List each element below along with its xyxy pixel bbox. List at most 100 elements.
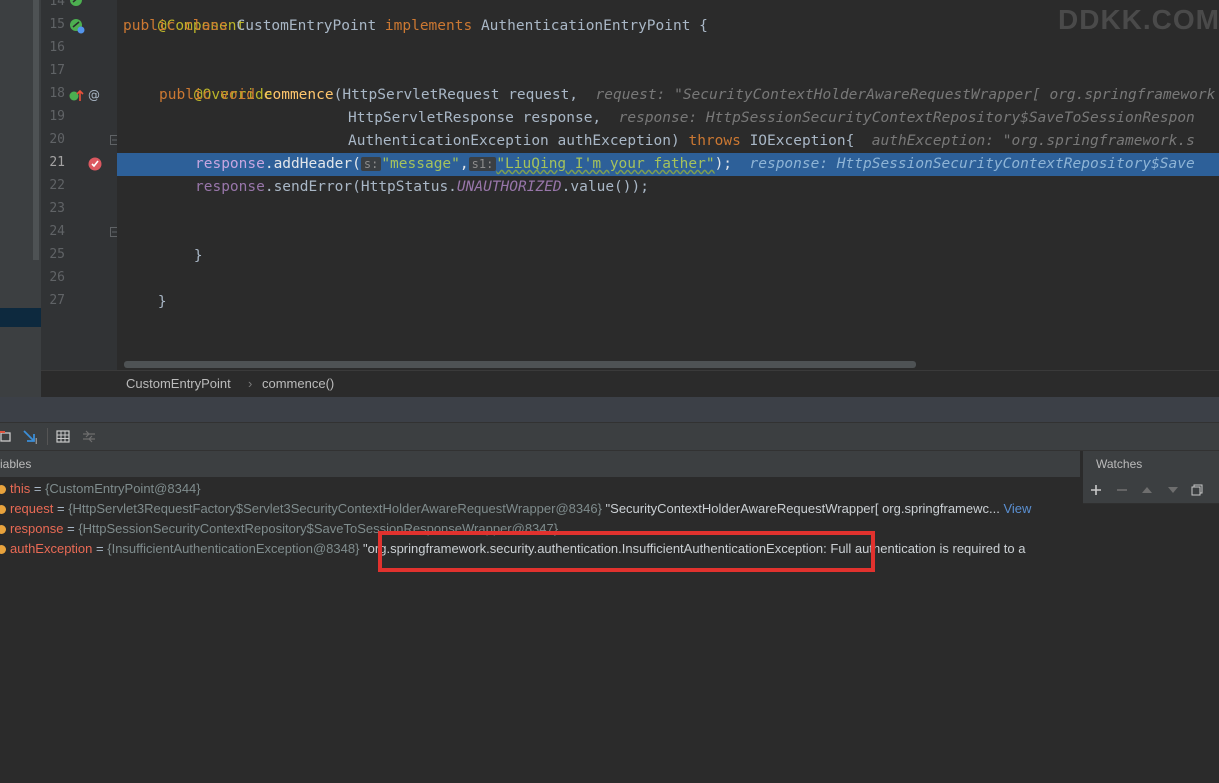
code-line-22: response.sendError(HttpStatus.UNAUTHORIZ…: [195, 176, 649, 199]
variable: response: [195, 156, 265, 172]
line-number: 19: [49, 109, 65, 124]
inline-debug-value: authException: "org.springframework.s: [871, 133, 1195, 149]
code-line-17: @Override: [159, 61, 273, 103]
line-number: 23: [49, 201, 65, 216]
inline-debug-value: request: "SecurityContextHolderAwareRequ…: [595, 87, 1216, 103]
view-link[interactable]: View: [1000, 501, 1031, 516]
parameter-hint: s1:: [468, 157, 497, 171]
breadcrumb: CustomEntryPoint › commence(): [41, 370, 1219, 397]
line-number: 24: [49, 224, 65, 239]
comma: ,: [459, 156, 469, 172]
line-number: 22: [49, 178, 65, 193]
project-scrollbar[interactable]: [33, 0, 39, 260]
implements-method-icon[interactable]: [68, 88, 84, 104]
keyword: public void: [159, 87, 264, 103]
trace-current-stream-icon[interactable]: [82, 430, 96, 443]
watermark: DDKK.COM: [1058, 4, 1219, 35]
interface-name: AuthenticationEntryPoint {: [480, 18, 708, 34]
code-line-18: public void commence(HttpServletRequest …: [159, 84, 1215, 107]
evaluate-expression-icon[interactable]: [56, 430, 70, 443]
closing-brace: }: [193, 248, 203, 264]
field-icon: [0, 485, 6, 495]
code-line-14: @Component: [123, 0, 245, 34]
variables-list[interactable]: this = {CustomEntryPoint@8344} request =…: [0, 478, 1080, 783]
statement-end: );: [714, 156, 750, 172]
bean-implementation-icon[interactable]: [69, 18, 85, 34]
line-number: 26: [49, 270, 65, 285]
field-icon: [0, 545, 6, 555]
method-name: commence: [263, 87, 334, 103]
editor-horizontal-scrollbar[interactable]: [124, 361, 916, 368]
enum-constant: UNAUTHORIZED: [456, 179, 562, 195]
variable-value: "SecurityContextHolderAwareRequestWrappe…: [601, 501, 1000, 516]
breakpoint-icon[interactable]: [87, 156, 103, 172]
code-line-19: HttpServletResponse response, response: …: [348, 107, 1195, 130]
code-line-26: }: [123, 268, 167, 310]
method-call: .sendError(HttpStatus.: [264, 179, 457, 195]
line-number: 21: [49, 155, 65, 170]
line-number: 18: [49, 86, 65, 101]
remove-watch-icon[interactable]: [1116, 484, 1128, 496]
variable-name: response: [10, 521, 64, 536]
code-line-24: }: [159, 222, 203, 264]
parameters: (HttpServletRequest request,: [333, 87, 596, 103]
code-editor[interactable]: @Component public class CustomEntryPoint…: [117, 0, 1219, 370]
line-number: 20: [49, 132, 65, 147]
editor-gutter: 14 15 16 17 18 19 20 21 22 23 24 25 26 2…: [41, 0, 120, 370]
variables-title: iables: [0, 457, 32, 471]
highlight-annotation-box: [378, 531, 875, 572]
inline-debug-value: response: HttpSessionSecurityContextRepo…: [749, 156, 1195, 172]
class-name: CustomEntryPoint: [236, 18, 385, 34]
string-literal: "message": [381, 156, 460, 172]
breadcrumb-method[interactable]: commence(): [262, 371, 334, 397]
variable-type: {HttpServlet3RequestFactory$Servlet3Secu…: [68, 501, 602, 516]
debug-panel-header: [0, 397, 1219, 423]
debug-toolbar: I: [0, 423, 1219, 451]
add-watch-icon[interactable]: [1090, 484, 1102, 496]
code-line-15: public class CustomEntryPoint implements…: [123, 15, 708, 38]
string-literal: "LiuQing I'm your father": [496, 156, 715, 172]
exception-type: IOException{: [749, 133, 872, 149]
toolbar-divider: [47, 428, 48, 445]
parameter-hint: s:: [360, 157, 382, 171]
keyword: implements: [384, 18, 481, 34]
project-selected-item[interactable]: [0, 308, 41, 327]
line-number: 27: [49, 293, 65, 308]
duplicate-watch-icon[interactable]: [1191, 484, 1203, 496]
move-down-icon[interactable]: [1167, 484, 1179, 496]
watches-toolbar: [1083, 478, 1219, 504]
bean-icon[interactable]: [69, 0, 83, 7]
watches-title: Watches: [1096, 457, 1143, 471]
variable-name: this: [10, 481, 31, 496]
svg-text:I: I: [35, 437, 37, 445]
field-icon: [0, 525, 6, 535]
parameters: AuthenticationException authException): [348, 133, 689, 149]
field-icon: [0, 505, 6, 515]
equals-sign: =: [92, 541, 108, 556]
variable-row[interactable]: this = {CustomEntryPoint@8344}: [0, 479, 201, 499]
watches-panel: Watches: [1082, 451, 1219, 783]
step-into-icon[interactable]: I: [22, 429, 40, 445]
breadcrumb-class[interactable]: CustomEntryPoint: [126, 371, 231, 397]
move-up-icon[interactable]: [1141, 484, 1153, 496]
variable-name: request: [10, 501, 54, 516]
variable-row[interactable]: request = {HttpServlet3RequestFactory$Se…: [0, 499, 1031, 519]
svg-text:@: @: [88, 88, 100, 102]
variable-name: authException: [10, 541, 93, 556]
drop-frame-icon[interactable]: [0, 430, 12, 443]
line-number: 15: [49, 17, 65, 32]
equals-sign: =: [30, 481, 46, 496]
keyword: public class: [123, 18, 237, 34]
method-call: .addHeader(: [264, 156, 361, 172]
statement-end: .value());: [561, 179, 649, 195]
annotation-at-icon: @: [88, 88, 100, 102]
variables-header: iables: [0, 451, 1080, 477]
parameters: HttpServletResponse response,: [348, 110, 619, 126]
project-panel-edge: [0, 0, 41, 398]
variable-type: {InsufficientAuthenticationException@834…: [107, 541, 360, 556]
line-number: 17: [49, 63, 65, 78]
inline-debug-value: response: HttpSessionSecurityContextRepo…: [618, 110, 1195, 126]
line-number: 25: [49, 247, 65, 262]
line-number: 16: [49, 40, 65, 55]
watches-list[interactable]: [1083, 504, 1219, 783]
